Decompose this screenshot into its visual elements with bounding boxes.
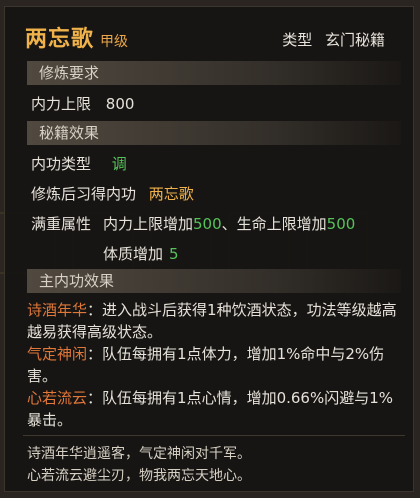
section-main-effects: 主内功效果	[27, 269, 401, 293]
effect-item: 心若流云：队伍每拥有1点心情，增加0.66%闪避与1%暴击。	[27, 387, 407, 431]
poem: 诗酒年华逍遥客，气定神闲对千军。 心若流云避尘刃，物我两忘天地心。	[27, 443, 407, 487]
effect-item: 气定神闲：队伍每拥有1点体力，增加1%命中与2%伤害。	[27, 343, 407, 387]
learn-row: 修炼后习得内功 两忘歌	[31, 183, 194, 204]
neili-row: 内力上限 800	[31, 93, 134, 114]
section-effects: 秘籍效果	[27, 121, 401, 145]
title-row: 两忘歌 甲级	[25, 21, 128, 53]
poem-line-1: 诗酒年华逍遥客，气定神闲对千军。	[27, 446, 251, 462]
skill-tooltip-panel: 两忘歌 甲级 类型 玄门秘籍 修炼要求 内力上限 800 秘籍效果 内功类型 调…	[4, 6, 414, 492]
skill-grade: 甲级	[100, 34, 129, 50]
divider	[23, 435, 405, 436]
section-requirements: 修炼要求	[27, 61, 401, 85]
skill-title: 两忘歌	[25, 27, 95, 52]
effect-sep: ：	[87, 301, 103, 319]
neili-label: 内力上限	[31, 95, 92, 113]
full-line-1-text-b: 、生命上限增加	[221, 215, 327, 233]
full-line-1-value-a: 500	[193, 215, 222, 233]
learn-value: 两忘歌	[148, 185, 194, 203]
effect-sep: ：	[87, 345, 103, 363]
neili-value: 800	[105, 95, 135, 113]
poem-line-2: 心若流云避尘刃，物我两忘天地心。	[27, 468, 251, 484]
full-line-2: 体质增加 5	[103, 243, 179, 264]
learn-label: 修炼后习得内功	[31, 185, 137, 203]
type-label: 类型	[282, 31, 313, 49]
type-value: 玄门秘籍	[324, 31, 385, 49]
neigong-label: 内功类型	[31, 155, 92, 173]
full-line-1-text-a: 内力上限增加	[103, 215, 194, 233]
full-line-2-text: 体质增加	[103, 245, 164, 263]
effect-name: 诗酒年华	[27, 301, 88, 319]
full-label: 满重属性	[31, 215, 92, 233]
effect-item: 诗酒年华：进入战斗后获得1种饮酒状态，功法等级越高越易获得高级状态。	[27, 299, 407, 343]
full-line-2-value: 5	[169, 245, 179, 263]
effect-sep: ：	[87, 389, 103, 407]
full-line-1-value-b: 500	[326, 215, 356, 233]
effect-name: 心若流云	[27, 389, 88, 407]
skill-type: 类型 玄门秘籍	[282, 29, 385, 50]
neigong-row: 内功类型 调	[31, 153, 127, 174]
effect-name: 气定神闲	[27, 345, 88, 363]
full-line-1: 内力上限增加500、生命上限增加500	[103, 213, 355, 234]
neigong-value: 调	[111, 155, 127, 173]
